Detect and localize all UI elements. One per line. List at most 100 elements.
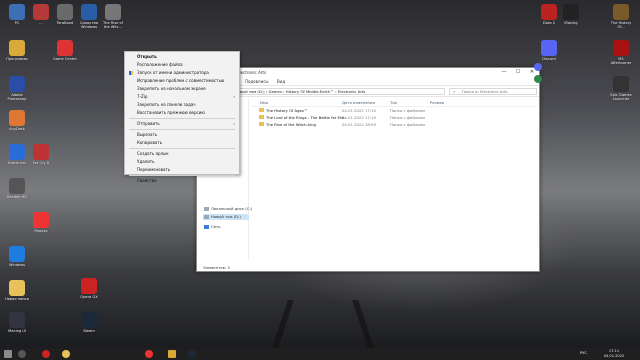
nav-item-label: Сеть	[211, 224, 221, 229]
search-taskbar-icon[interactable]	[18, 350, 26, 358]
desktop-shortcut[interactable]: TeraBand	[52, 2, 78, 36]
desktop-shortcut[interactable]: Средства Windows	[76, 2, 102, 36]
shortcut-label: Realtek HD	[6, 195, 28, 199]
context-menu-item-label: Вырезать	[137, 132, 158, 137]
clock[interactable]: 17:11 04.01.2022	[598, 349, 630, 358]
desktop-shortcut[interactable]: Программы	[4, 38, 30, 72]
file-date: 04.01.2022 17:10	[342, 115, 376, 120]
desktop-shortcut[interactable]: The Rise of the Witc...	[100, 2, 126, 36]
explorer-window[interactable]: Electronic Arts — ☐ ✕ Подевлисы Вид ← → …	[196, 67, 540, 272]
context-menu-item-label: Создать ярлык	[137, 151, 169, 156]
yandex-icon[interactable]	[145, 350, 153, 358]
app-badge-icon[interactable]	[534, 75, 542, 83]
steam-icon[interactable]	[188, 350, 196, 358]
chrome-icon[interactable]	[62, 350, 70, 358]
desktop-shortcut[interactable]: AnyDesk	[4, 108, 30, 142]
context-menu-item[interactable]: Вырезать	[125, 131, 239, 139]
shortcut-label: Яндекс	[34, 229, 48, 233]
shortcut-icon	[33, 212, 49, 228]
desktop-shortcut[interactable]: MS Afterburner	[608, 38, 634, 72]
shortcut-label: ...	[39, 21, 43, 25]
language-indicator[interactable]: РУС	[580, 351, 587, 356]
shortcut-icon	[9, 4, 25, 20]
shortcut-icon	[613, 76, 629, 92]
context-menu-item[interactable]: Свойства	[125, 177, 239, 185]
drive-icon	[204, 215, 209, 219]
desktop-shortcut[interactable]: Epic Games Launcher	[608, 74, 634, 108]
shortcut-icon	[9, 40, 25, 56]
table-row[interactable]: The History Of Ages™ 04.01.2022 17:10 Папк…	[252, 107, 537, 114]
shortcut-label: TeraBand	[56, 21, 74, 25]
column-type[interactable]: Тип	[390, 100, 397, 105]
desktop-shortcut[interactable]: Opera GX	[76, 276, 102, 310]
shortcut-label: Новая папка	[5, 297, 29, 301]
desktop-shortcut[interactable]: Realtek HD	[4, 176, 30, 210]
column-size[interactable]: Размер	[430, 100, 444, 105]
context-menu-item[interactable]: Копировать	[125, 139, 239, 147]
shortcut-icon	[9, 312, 25, 328]
nav-item-disk-c[interactable]: Локальный диск (C:)	[203, 206, 252, 212]
desktop-shortcut[interactable]: iRacing	[558, 2, 584, 36]
desktop-shortcut[interactable]: Windows	[4, 244, 30, 278]
context-menu-item[interactable]: Исправление проблем с совместимостью	[125, 77, 239, 85]
desktop-shortcut[interactable]: Adobe Photoshop	[4, 74, 30, 108]
context-menu-item[interactable]: Закрепить на начальном экране	[125, 85, 239, 93]
maximize-button[interactable]: ☐	[511, 69, 525, 77]
explorer-taskbar-icon[interactable]	[168, 350, 176, 358]
ribbon-tab-view[interactable]: Вид	[277, 79, 285, 84]
context-menu-item[interactable]: Запуск от имени администратора	[125, 69, 239, 77]
table-row[interactable]: The Rise of the Witch-king 04.01.2022 18:…	[252, 121, 537, 128]
nav-item-network[interactable]: Сеть	[203, 224, 220, 230]
column-date[interactable]: Дата изменения	[342, 100, 375, 105]
shortcut-icon	[57, 4, 73, 20]
shortcut-label: Программы	[6, 57, 28, 61]
context-menu-item-label: Исправление проблем с совместимостью	[137, 78, 225, 83]
window-titlebar[interactable]: Electronic Arts — ☐ ✕	[197, 68, 539, 78]
shortcut-label: Battle.net	[8, 161, 26, 165]
file-list: Имя Дата изменения Тип Размер The Histor…	[252, 99, 537, 128]
shortcut-icon	[33, 4, 49, 20]
table-row[interactable]: The Lord of the Rings - The Battle for M…	[252, 114, 537, 121]
desktop-shortcut[interactable]: PC	[4, 2, 30, 36]
nav-item-disk-d[interactable]: Новый том (D:)	[203, 214, 249, 220]
context-menu-item[interactable]: Отправить ›	[125, 120, 239, 128]
minimize-button[interactable]: —	[497, 69, 511, 77]
context-menu-item[interactable]: Создать ярлык	[125, 150, 239, 158]
address-bar[interactable]: › Новый том (D:) › Games › History Of Mi…	[227, 88, 445, 95]
context-menu-item-label: Восстановить прежнюю версию	[137, 110, 205, 115]
context-menu-item[interactable]: 7-Zip ›	[125, 93, 239, 101]
shortcut-icon	[541, 4, 557, 20]
context-menu-item[interactable]: Расположение файла	[125, 61, 239, 69]
search-input[interactable]: ⌕ Поиск в: Electronic Arts	[449, 88, 537, 95]
column-name[interactable]: Имя	[260, 100, 268, 105]
taskbar: РУС 17:11 04.01.2022	[0, 348, 640, 360]
desktop-shortcut[interactable]: Новая папка	[4, 278, 30, 312]
start-button[interactable]	[4, 350, 12, 358]
ribbon: Подевлисы Вид	[197, 78, 539, 86]
desktop-shortcut[interactable]: Яндекс	[28, 210, 54, 244]
context-menu-item[interactable]: Закрепить на панели задач	[125, 101, 239, 109]
context-menu-item[interactable]: Восстановить прежнюю версию	[125, 109, 239, 117]
opera-icon[interactable]	[42, 350, 50, 358]
desktop-shortcut[interactable]: Battle.net	[4, 142, 30, 176]
desktop-shortcut[interactable]: Game Center	[52, 38, 78, 72]
context-menu-item[interactable]: Переименовать	[125, 166, 239, 174]
context-menu-item[interactable]: Удалить	[125, 158, 239, 166]
nav-item-label: Новый том (D:)	[211, 214, 241, 219]
desktop-shortcut[interactable]: ...	[28, 2, 54, 36]
folder-icon	[259, 115, 264, 119]
context-menu: Открыть Расположение файла Запуск от имени…	[124, 51, 240, 183]
shortcut-label: Epic Games Launcher	[610, 93, 632, 101]
desktop-shortcut[interactable]: Far Cry 6	[28, 142, 54, 176]
desktop-shortcut[interactable]: iRacing UI	[4, 310, 30, 344]
desktop-shortcut[interactable]: The History Of...	[608, 2, 634, 36]
desktop-shortcut[interactable]: Steam	[76, 310, 102, 344]
discord-badge-icon[interactable]	[534, 63, 542, 71]
shortcut-label: Adobe Photoshop	[7, 93, 27, 101]
shortcut-label: PC	[14, 21, 20, 25]
file-date: 04.01.2022 18:59	[342, 122, 376, 127]
network-icon	[204, 225, 209, 229]
shortcut-icon	[563, 4, 579, 20]
ribbon-tab-share[interactable]: Подевлисы	[245, 79, 269, 84]
context-menu-item[interactable]: Открыть	[125, 53, 239, 61]
